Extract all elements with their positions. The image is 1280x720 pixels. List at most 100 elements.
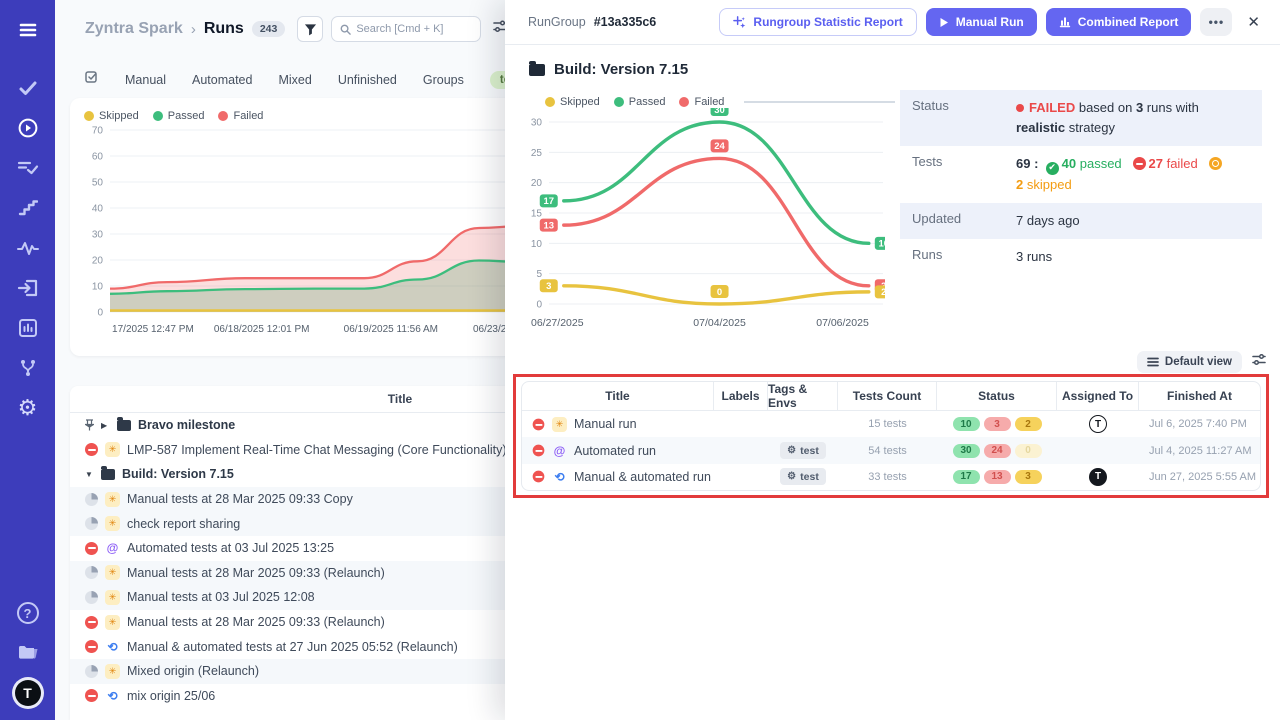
rungroup-runs-table: TitleLabelsTags & EnvsTests CountStatusA… <box>521 381 1261 491</box>
legend-item: Passed <box>614 96 666 108</box>
run-title: Manual & automated run <box>574 470 711 484</box>
table-row[interactable]: ✳Manual run15 tests1032TJul 6, 2025 7:40… <box>522 411 1260 437</box>
status-label: Status <box>912 98 1016 138</box>
column-header-status[interactable]: Status <box>937 382 1057 410</box>
automated-run-icon: @ <box>552 443 567 458</box>
folder-icon <box>529 64 545 76</box>
run-title: Build: Version 7.15 <box>122 467 234 481</box>
runs-trend-chart-card: SkippedPassedFailed 01020304050607017/20… <box>70 98 516 356</box>
pulse-icon[interactable] <box>16 236 40 260</box>
column-header-assigned-to[interactable]: Assigned To <box>1057 382 1139 410</box>
help-icon[interactable]: ? <box>17 602 39 624</box>
svg-text:5: 5 <box>536 269 542 280</box>
column-header-tags-envs[interactable]: Tags & Envs <box>768 382 838 410</box>
default-view-label: Default view <box>1165 356 1232 368</box>
manual-run-icon: ✳ <box>105 565 120 580</box>
report-icon[interactable] <box>16 316 40 340</box>
column-header-labels[interactable]: Labels <box>714 382 768 410</box>
assignee-avatar[interactable]: T <box>1089 468 1107 486</box>
steps-icon[interactable] <box>16 196 40 220</box>
bar-chart-icon <box>1059 16 1071 28</box>
assignee-avatar[interactable]: T <box>1089 415 1107 433</box>
filter-button[interactable] <box>297 16 323 42</box>
import-icon[interactable] <box>16 276 40 300</box>
tab-groups[interactable]: Groups <box>423 73 464 87</box>
default-view-button[interactable]: Default view <box>1137 351 1242 373</box>
mixed-run-icon: ⟲ <box>105 639 120 654</box>
svg-text:25: 25 <box>531 148 543 159</box>
tasks-check-icon[interactable] <box>16 76 40 100</box>
user-avatar[interactable]: T <box>15 680 41 706</box>
breadcrumb-project[interactable]: Zyntra Spark <box>85 20 183 38</box>
svg-text:24: 24 <box>714 141 725 152</box>
legend-dot-icon <box>545 97 555 107</box>
runs-label: Runs <box>912 247 1016 267</box>
tag-chip[interactable]: ⚙test <box>780 442 826 459</box>
svg-text:17: 17 <box>543 196 554 207</box>
failed-status-icon <box>85 542 98 555</box>
svg-text:15: 15 <box>531 209 543 220</box>
menu-icon[interactable] <box>16 18 40 42</box>
column-header-title[interactable]: Title <box>522 382 714 410</box>
rungroup-chart-block: SkippedPassedFailed 05101520253017301013… <box>523 96 895 339</box>
more-actions-button[interactable]: ••• <box>1200 8 1232 36</box>
run-title: Automated run <box>574 444 656 458</box>
svg-text:30: 30 <box>92 230 104 241</box>
combined-report-button[interactable]: Combined Report <box>1046 8 1192 36</box>
table-toolbar: Default view <box>1137 351 1266 373</box>
column-header-finished-at[interactable]: Finished At <box>1139 382 1260 410</box>
manual-run-button[interactable]: Manual Run <box>926 8 1037 36</box>
svg-text:17/2025 12:47 PM: 17/2025 12:47 PM <box>112 324 194 335</box>
breadcrumb-page: Runs <box>204 20 244 38</box>
status-badge-red: 24 <box>984 444 1011 458</box>
status-badge-green: 30 <box>953 444 980 458</box>
statistic-report-button[interactable]: Rungroup Statistic Report <box>719 8 916 36</box>
runs-panel: Zyntra Spark › Runs 243 ✕ ManualAutomate… <box>55 0 520 720</box>
legend-item: Failed <box>679 96 724 108</box>
svg-text:07/04/2025: 07/04/2025 <box>693 317 746 329</box>
info-row-runs: Runs 3 runs <box>900 239 1262 275</box>
updated-value: 7 days ago <box>1016 211 1080 231</box>
table-row[interactable]: @Automated run⚙test54 tests30240Jul 4, 2… <box>522 437 1260 463</box>
caret-down-icon[interactable]: ▼ <box>85 470 94 479</box>
updated-label: Updated <box>912 211 1016 231</box>
run-title: Manual run <box>574 417 637 431</box>
tests-label: Tests <box>912 154 1016 195</box>
status-badge-yellow: 2 <box>1015 417 1042 431</box>
manual-run-icon: ✳ <box>105 590 120 605</box>
svg-text:10: 10 <box>879 239 885 250</box>
tab-mixed[interactable]: Mixed <box>278 73 311 87</box>
caret-right-icon[interactable]: ▶ <box>101 421 110 430</box>
table-settings-icon[interactable] <box>1252 353 1266 371</box>
sparkles-icon <box>733 16 746 29</box>
failed-minus-icon <box>1133 157 1146 170</box>
rungroup-label: RunGroup <box>528 15 586 29</box>
automated-run-icon: @ <box>105 541 120 556</box>
legend-item: Failed <box>218 110 263 122</box>
branch-icon[interactable] <box>16 356 40 380</box>
gear-icon[interactable]: ⚙ <box>16 396 40 420</box>
svg-text:0: 0 <box>97 308 103 319</box>
manual-run-icon: ✳ <box>105 664 120 679</box>
column-header-tests-count[interactable]: Tests Count <box>838 382 937 410</box>
legend-item: Passed <box>153 110 205 122</box>
table-row[interactable]: ⟲Manual & automated run⚙test33 tests1713… <box>522 464 1260 490</box>
manual-run-icon: ✳ <box>105 516 120 531</box>
checklist-icon[interactable] <box>16 156 40 180</box>
pin-icon <box>85 419 94 431</box>
select-runs-icon[interactable] <box>85 70 99 89</box>
search-input[interactable] <box>356 23 466 35</box>
docs-folder-icon[interactable] <box>16 640 40 664</box>
manual-run-icon: ✳ <box>105 615 120 630</box>
gear-icon: ⚙ <box>787 471 796 482</box>
tab-automated[interactable]: Automated <box>192 73 252 87</box>
tab-unfinished[interactable]: Unfinished <box>338 73 397 87</box>
runs-play-icon[interactable] <box>16 116 40 140</box>
tab-manual[interactable]: Manual <box>125 73 166 87</box>
tag-chip[interactable]: ⚙test <box>780 468 826 485</box>
run-title: Manual & automated tests at 27 Jun 2025 … <box>127 640 458 654</box>
status-value: FAILED based on 3 runs with realistic st… <box>1016 98 1250 138</box>
svg-text:70: 70 <box>92 126 104 137</box>
drawer-close-icon[interactable]: ✕ <box>1247 13 1260 31</box>
svg-text:30: 30 <box>531 118 543 129</box>
